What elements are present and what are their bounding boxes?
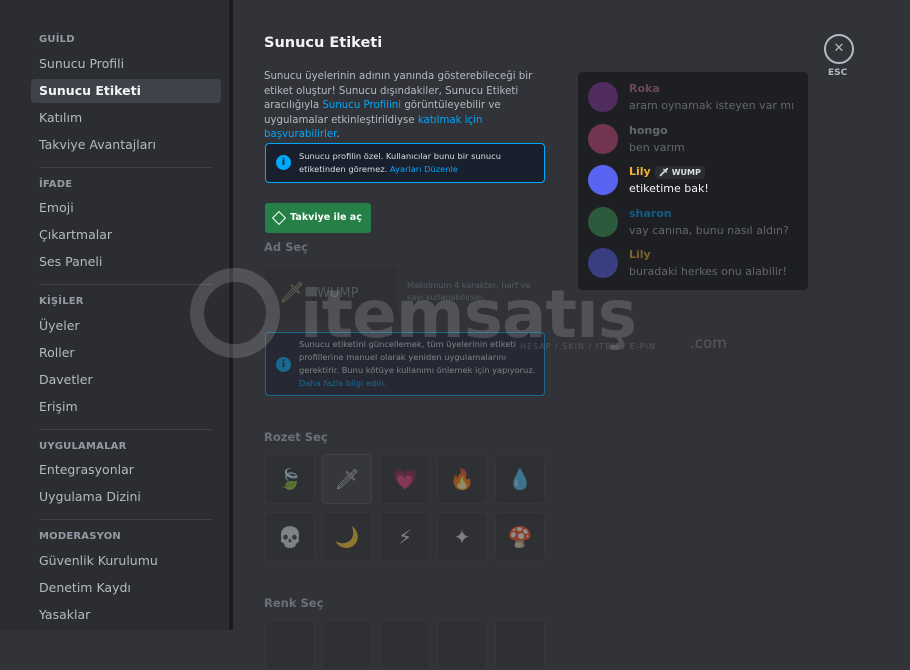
avatar: [588, 165, 618, 195]
color-swatch[interactable]: [265, 620, 315, 670]
section-title-expression: İFADE: [39, 179, 73, 190]
section-title-apps: UYGULAMALAR: [39, 441, 127, 452]
notice-text: Sunucu etiketini güncellemek, tüm üyeler…: [299, 338, 536, 390]
page-description: Sunucu üyelerinin adının yanında göstere…: [264, 70, 549, 143]
sidebar-item-invites[interactable]: Davetler: [31, 368, 221, 392]
avatar: [588, 124, 618, 154]
notice-body: Sunucu etiketini güncellemek, tüm üyeler…: [299, 339, 536, 375]
message-username: Lily 🗡 WUMP: [629, 165, 705, 179]
sidebar-item-access[interactable]: Erişim: [31, 395, 221, 419]
description-text: .: [336, 129, 340, 140]
sidebar-item-engagement[interactable]: Katılım: [31, 106, 221, 130]
boost-button-label: Takviye ile aç: [290, 212, 362, 223]
sidebar-item-boost-perks[interactable]: Takviye Avantajları: [31, 133, 221, 157]
sidebar-item-stickers[interactable]: Çıkartmalar: [31, 223, 221, 247]
section-title-moderation: MODERASYON: [39, 531, 121, 542]
skull-badge-icon[interactable]: 💀: [265, 512, 315, 562]
section-title-guild: GUİLD: [39, 34, 75, 45]
message-username: sharon: [629, 207, 672, 220]
edit-settings-link[interactable]: Ayarları Düzenle: [390, 164, 458, 174]
private-profile-notice: i Sunucu profilin özel. Kullanıcılar bun…: [265, 143, 545, 183]
message-text: vay canına, bunu nasıl aldın?: [629, 224, 789, 237]
unlock-with-boost-button[interactable]: Takviye ile aç: [265, 203, 371, 233]
username-text: Lily: [629, 165, 651, 178]
sidebar-item-emoji[interactable]: Emoji: [31, 196, 221, 220]
mushroom-badge-icon[interactable]: 🍄: [495, 512, 545, 562]
message-username: Roka: [629, 82, 660, 95]
message-username: Lily: [629, 248, 651, 261]
sidebar-item-members[interactable]: Üyeler: [31, 314, 221, 338]
info-icon: i: [276, 155, 291, 170]
sword-badge-icon[interactable]: 🗡: [322, 454, 372, 504]
server-tag-text: WUMP: [671, 167, 701, 177]
settings-sidebar: GUİLD Sunucu Profili Sunucu Etiketi Katı…: [0, 0, 228, 630]
learn-more-link[interactable]: Daha fazla bilgi edin.: [299, 378, 387, 388]
message-text: etiketime bak!: [629, 182, 709, 195]
sidebar-item-safety-setup[interactable]: Güvenlik Kurulumu: [31, 549, 221, 573]
boost-gem-icon: [272, 210, 287, 225]
message-username: hongo: [629, 124, 668, 137]
moon-badge-icon[interactable]: 🌙: [322, 512, 372, 562]
sidebar-item-app-directory[interactable]: Uygulama Dizini: [31, 485, 221, 509]
sword-icon: 🗡: [658, 167, 669, 177]
avatar: [588, 207, 618, 237]
water-drop-badge-icon[interactable]: 💧: [495, 454, 545, 504]
sidebar-divider: [39, 429, 213, 430]
close-button[interactable]: ✕: [824, 34, 854, 64]
tag-hint: Maksimum 4 karakter, harf ve sayı kullan…: [407, 280, 531, 302]
sidebar-item-soundboard[interactable]: Ses Paneli: [31, 250, 221, 274]
message-text: aram oynamak isteyen var mı: [629, 99, 795, 112]
lightning-badge-icon[interactable]: ⚡: [380, 512, 430, 562]
sword-icon: 🗡: [279, 280, 305, 304]
tag-update-notice: i Sunucu etiketini güncellemek, tüm üyel…: [265, 332, 545, 396]
color-swatch[interactable]: [437, 620, 487, 670]
info-icon: i: [276, 357, 291, 372]
sidebar-item-server-profile[interactable]: Sunucu Profili: [31, 52, 221, 76]
leaf-badge-icon[interactable]: 🍃: [265, 454, 315, 504]
sidebar-divider: [39, 167, 213, 168]
sidebar-item-bans[interactable]: Yasaklar: [31, 603, 221, 627]
fire-badge-icon[interactable]: 🔥: [437, 454, 487, 504]
color-section-label: Renk Seç: [264, 596, 324, 610]
tag-name-input[interactable]: 🗡 WUMP: [265, 267, 397, 321]
sidebar-item-roles[interactable]: Roller: [31, 341, 221, 365]
badge-section-label: Rozet Seç: [264, 430, 328, 444]
tag-placeholder: WUMP: [317, 286, 359, 301]
close-icon: ✕: [833, 41, 845, 56]
color-swatch[interactable]: [495, 620, 545, 670]
section-title-people: KİŞİLER: [39, 296, 84, 307]
name-section-label: Ad Seç: [264, 240, 309, 254]
server-profile-link[interactable]: Sunucu Profilini: [322, 100, 401, 111]
color-swatch[interactable]: [322, 620, 372, 670]
sidebar-item-server-tag[interactable]: Sunucu Etiketi: [31, 79, 221, 103]
chat-preview: Roka aram oynamak isteyen var mı hongo b…: [578, 72, 808, 290]
color-swatch[interactable]: [380, 620, 430, 670]
sidebar-divider: [39, 284, 213, 285]
crystal-badge-icon[interactable]: ✦: [437, 512, 487, 562]
message-text: buradaki herkes onu alabilir!: [629, 265, 787, 278]
avatar: [588, 82, 618, 112]
message-text: ben varım: [629, 141, 685, 154]
avatar: [588, 248, 618, 278]
notice-text: Sunucu profilin özel. Kullanıcılar bunu …: [299, 150, 536, 176]
esc-label: ESC: [828, 68, 848, 78]
sidebar-item-integrations[interactable]: Entegrasyonlar: [31, 458, 221, 482]
sidebar-item-audit-log[interactable]: Denetim Kaydı: [31, 576, 221, 600]
server-tag-pill: 🗡 WUMP: [654, 165, 705, 179]
heart-badge-icon[interactable]: 💗: [380, 454, 430, 504]
sidebar-divider: [39, 519, 213, 520]
page-title: Sunucu Etiketi: [264, 35, 383, 51]
